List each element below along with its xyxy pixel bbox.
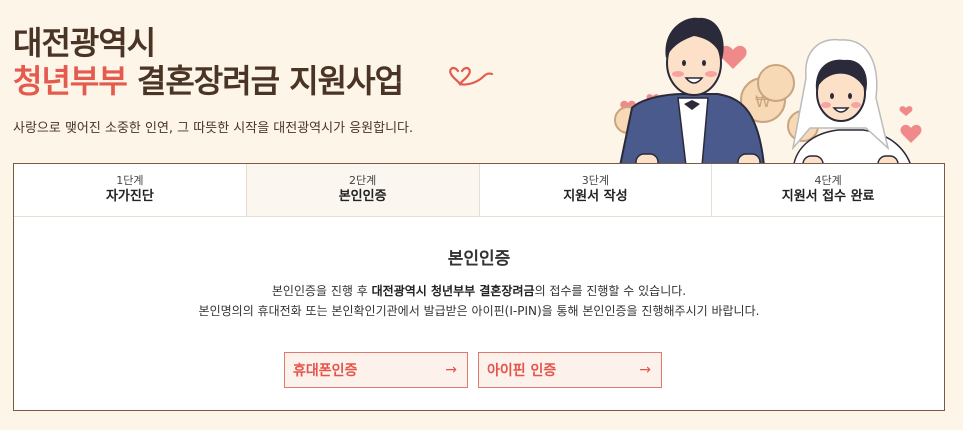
page-subtitle: 사랑으로 맺어진 소중한 인연, 그 따뜻한 시작을 대전광역시가 응원합니다. [13, 121, 414, 136]
phone-auth-label: 휴대폰인증 [293, 363, 358, 379]
arrow-right-icon: → [639, 362, 651, 378]
ipin-auth-button[interactable]: 아이핀 인증 → [478, 352, 662, 388]
desc1-bold: 대전광역시 청년부부 결혼장려금 [371, 284, 535, 298]
step-1-number: 1단계 [116, 174, 144, 187]
couple-illustration: ₩ [614, 17, 922, 174]
description-line-2: 본인명의의 휴대전화 또는 본인확인기관에서 발급받은 아이핀(I-PIN)을 … [198, 304, 760, 318]
step-3-number: 3단계 [581, 174, 609, 187]
step-4-label: 지원서 접수 완료 [781, 189, 875, 204]
page-title-line2: 청년부부 결혼장려금 지원사업 [13, 56, 404, 102]
step-3-label: 지원서 작성 [563, 189, 628, 204]
description-line-1: 본인인증을 진행 후 대전광역시 청년부부 결혼장려금의 접수를 진행할 수 있… [14, 281, 944, 301]
step-3: 3단계 지원서 작성 [480, 164, 713, 216]
heart-swirl-icon [449, 66, 494, 86]
step-4-number: 4단계 [814, 174, 842, 187]
step-2: 2단계 본인인증 [246, 164, 480, 216]
step-2-number: 2단계 [349, 174, 377, 187]
auth-buttons: 휴대폰인증 → 아이핀 인증 → [2, 352, 944, 388]
step-4: 4단계 지원서 접수 완료 [712, 164, 944, 216]
step-2-label: 본인인증 [338, 189, 387, 204]
desc1-pre: 본인인증을 진행 후 [271, 284, 372, 298]
desc1-post: 의 접수를 진행할 수 있습니다. [534, 284, 687, 298]
verification-panel: 1단계 자가진단 2단계 본인인증 3단계 지원서 작성 4단계 지원서 접수 … [13, 163, 945, 411]
title-rest: 결혼장려금 지원사업 [126, 62, 404, 100]
phone-auth-button[interactable]: 휴대폰인증 → [284, 352, 468, 388]
step-progress: 1단계 자가진단 2단계 본인인증 3단계 지원서 작성 4단계 지원서 접수 … [14, 164, 944, 217]
title-accent: 청년부부 [13, 62, 128, 100]
verification-content: 본인인증 본인인증을 진행 후 대전광역시 청년부부 결혼장려금의 접수를 진행… [14, 244, 944, 388]
step-1: 1단계 자가진단 [14, 164, 247, 216]
ipin-auth-label: 아이핀 인증 [487, 363, 557, 379]
arrow-right-icon: → [445, 362, 457, 378]
section-title: 본인인증 [447, 249, 511, 269]
step-1-label: 자가진단 [105, 189, 154, 204]
